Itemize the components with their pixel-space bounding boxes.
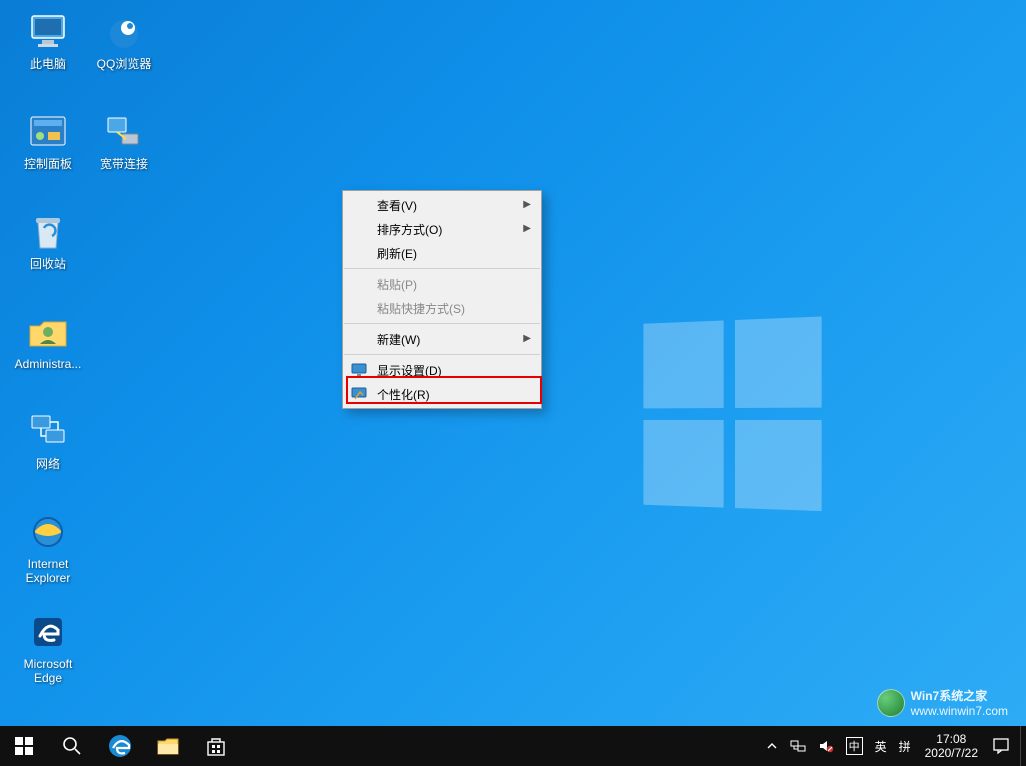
submenu-arrow-icon: ▶	[523, 333, 531, 344]
icon-label: QQ浏览器	[97, 58, 152, 72]
menu-label: 刷新(E)	[377, 245, 417, 262]
network-tray-icon	[790, 738, 806, 754]
watermark: Win7系统之家 www.winwin7.com	[877, 687, 1008, 718]
desktop-icon-qq-browser[interactable]: QQ浏览器	[86, 8, 162, 106]
windows-icon	[15, 737, 33, 755]
tray-time: 17:08	[936, 732, 966, 746]
desktop-icons-col2: QQ浏览器 宽带连接	[86, 8, 162, 208]
tray-date: 2020/7/22	[925, 746, 978, 760]
network-icon	[24, 408, 72, 456]
taskbar: 中 英 拼 17:08 2020/7/22	[0, 726, 1026, 766]
personalize-icon	[351, 386, 367, 402]
desktop-icon-recycle-bin[interactable]: 回收站	[10, 208, 86, 306]
tray-chevron[interactable]	[760, 726, 784, 766]
icon-label: 此电脑	[30, 58, 66, 72]
edge-icon	[107, 733, 133, 759]
broadband-icon	[100, 108, 148, 156]
menu-label: 粘贴快捷方式(S)	[377, 300, 465, 317]
action-center-icon	[992, 737, 1010, 755]
edge-icon	[24, 608, 72, 656]
windows-logo-decoration	[643, 316, 833, 524]
menu-personalize[interactable]: 个性化(R)	[343, 382, 541, 406]
menu-label: 新建(W)	[377, 331, 420, 348]
menu-label: 查看(V)	[377, 197, 417, 214]
desktop-icon-edge[interactable]: Microsoft Edge	[10, 608, 86, 706]
icon-label: Microsoft Edge	[10, 658, 86, 686]
submenu-arrow-icon: ▶	[523, 199, 531, 210]
desktop-context-menu: 查看(V) ▶ 排序方式(O) ▶ 刷新(E) 粘贴(P) 粘贴快捷方式(S) …	[342, 190, 542, 409]
tray-action-center[interactable]	[986, 726, 1016, 766]
ime-lang-label: 中	[846, 737, 863, 755]
folder-icon	[156, 734, 180, 758]
desktop-icons-col1: 此电脑 控制面板 回收站 Administra... 网络	[10, 8, 86, 708]
menu-new[interactable]: 新建(W) ▶	[343, 327, 541, 351]
tray-network[interactable]	[784, 726, 812, 766]
user-folder-icon	[24, 308, 72, 356]
menu-separator	[344, 323, 540, 324]
icon-label: 回收站	[30, 258, 66, 272]
desktop-icon-ie[interactable]: Internet Explorer	[10, 508, 86, 606]
volume-muted-icon	[818, 738, 834, 754]
desktop-icon-this-pc[interactable]: 此电脑	[10, 8, 86, 106]
search-button[interactable]	[48, 726, 96, 766]
desktop[interactable]: 此电脑 控制面板 回收站 Administra... 网络	[0, 0, 1026, 766]
tray-ime-keyboard[interactable]: 拼	[893, 726, 917, 766]
menu-label: 个性化(R)	[377, 386, 430, 403]
taskbar-right: 中 英 拼 17:08 2020/7/22	[760, 726, 1026, 766]
desktop-icon-broadband[interactable]: 宽带连接	[86, 108, 162, 206]
menu-sort[interactable]: 排序方式(O) ▶	[343, 217, 541, 241]
show-desktop-button[interactable]	[1020, 726, 1026, 766]
watermark-line2: www.winwin7.com	[911, 704, 1008, 718]
menu-label: 排序方式(O)	[377, 221, 442, 238]
store-icon	[205, 735, 227, 757]
control-panel-icon	[24, 108, 72, 156]
icon-label: 控制面板	[24, 158, 72, 172]
taskbar-explorer[interactable]	[144, 726, 192, 766]
watermark-orb-icon	[877, 689, 905, 717]
display-settings-icon	[351, 362, 367, 378]
taskbar-left	[0, 726, 240, 766]
tray-volume[interactable]	[812, 726, 840, 766]
ie-icon	[24, 508, 72, 556]
recycle-bin-icon	[24, 208, 72, 256]
menu-paste-shortcut: 粘贴快捷方式(S)	[343, 296, 541, 320]
taskbar-store[interactable]	[192, 726, 240, 766]
menu-label: 显示设置(D)	[377, 362, 442, 379]
ime-keyboard-label: 拼	[899, 738, 911, 755]
desktop-icon-administrator[interactable]: Administra...	[10, 308, 86, 406]
menu-separator	[344, 268, 540, 269]
search-icon	[62, 736, 82, 756]
taskbar-edge[interactable]	[96, 726, 144, 766]
qq-browser-icon	[100, 8, 148, 56]
start-button[interactable]	[0, 726, 48, 766]
tray-clock[interactable]: 17:08 2020/7/22	[917, 732, 986, 761]
submenu-arrow-icon: ▶	[523, 223, 531, 234]
icon-label: 宽带连接	[100, 158, 148, 172]
tray-ime-lang[interactable]: 中	[840, 726, 869, 766]
icon-label: Internet Explorer	[10, 558, 86, 586]
desktop-icon-control-panel[interactable]: 控制面板	[10, 108, 86, 206]
computer-icon	[24, 8, 72, 56]
icon-label: Administra...	[15, 358, 82, 372]
menu-separator	[344, 354, 540, 355]
menu-label: 粘贴(P)	[377, 276, 417, 293]
desktop-icon-network[interactable]: 网络	[10, 408, 86, 506]
menu-view[interactable]: 查看(V) ▶	[343, 193, 541, 217]
menu-refresh[interactable]: 刷新(E)	[343, 241, 541, 265]
menu-paste: 粘贴(P)	[343, 272, 541, 296]
watermark-line1: Win7系统之家	[911, 687, 1008, 704]
menu-display-settings[interactable]: 显示设置(D)	[343, 358, 541, 382]
icon-label: 网络	[36, 458, 60, 472]
chevron-up-icon	[766, 740, 778, 752]
tray-ime-mode[interactable]: 英	[869, 726, 893, 766]
ime-mode-label: 英	[875, 738, 887, 755]
